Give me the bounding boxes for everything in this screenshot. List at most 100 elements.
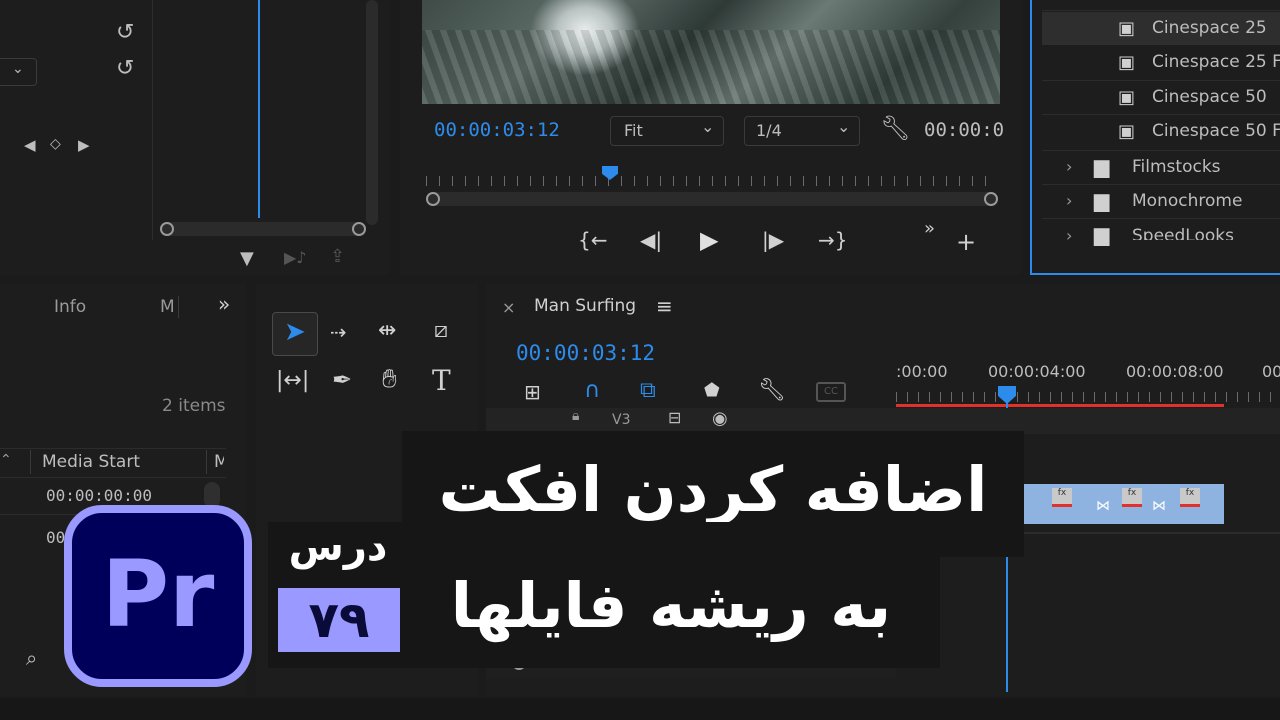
eye-icon[interactable]: ◉ bbox=[712, 408, 728, 429]
table-row[interactable]: 00 bbox=[46, 528, 65, 547]
wrench-icon[interactable]: 🔧︎ bbox=[880, 114, 910, 142]
reset-icon[interactable]: ↺ bbox=[116, 20, 134, 45]
lesson-number: ۷۹ bbox=[308, 591, 370, 649]
preset-row-divider bbox=[1042, 114, 1280, 115]
play-icon[interactable]: ▶ bbox=[700, 226, 718, 254]
resolution-label: 1/4 bbox=[756, 121, 782, 140]
pen-tool-icon[interactable]: ✒ bbox=[332, 366, 352, 394]
razor-tool-icon[interactable]: ⧄ bbox=[434, 318, 448, 343]
column-header-media-start[interactable]: Media Start bbox=[42, 452, 140, 472]
preset-icon: ▣ bbox=[1118, 87, 1136, 108]
clip-fx-badge[interactable]: fx bbox=[1122, 488, 1142, 507]
panel-menu-icon[interactable]: ≡ bbox=[656, 294, 673, 318]
snap-magnet-icon[interactable]: ∩ bbox=[584, 378, 600, 403]
keyframe-add-button[interactable]: ◇ bbox=[50, 136, 61, 152]
track-label-v3[interactable]: V3 bbox=[612, 412, 630, 428]
monitor-zoom-bar[interactable] bbox=[426, 192, 998, 206]
monitor-time-ruler[interactable] bbox=[426, 176, 996, 186]
folder-label[interactable]: Monochrome bbox=[1132, 191, 1242, 211]
mark-out-icon[interactable]: →} bbox=[818, 228, 847, 252]
step-back-icon[interactable]: ◀| bbox=[640, 228, 662, 252]
keyframe-prev-button[interactable]: ◀ bbox=[24, 136, 36, 154]
preset-row-divider bbox=[1042, 218, 1280, 219]
tab-media[interactable]: M bbox=[160, 297, 175, 317]
chevron-down-icon: ⌄ bbox=[12, 61, 24, 77]
sequence-tab-label[interactable]: Man Surfing bbox=[534, 296, 636, 316]
add-marker-icon[interactable]: ⬟ bbox=[704, 380, 720, 401]
search-icon[interactable]: ⌕ bbox=[26, 646, 37, 670]
clip-fx-badge[interactable]: fx bbox=[1180, 488, 1200, 507]
track-select-tool-icon[interactable]: ⇢ bbox=[330, 320, 347, 344]
preset-icon: ▣ bbox=[1118, 52, 1136, 73]
effects-panel: ▣ Cinespace 25 ▣ Cinespace 25 F ▣ Cinesp… bbox=[1030, 0, 1280, 275]
chevron-down-icon: ⌄ bbox=[701, 117, 715, 136]
horizontal-scrollbar[interactable] bbox=[160, 222, 366, 236]
zoom-handle-left[interactable] bbox=[426, 192, 440, 206]
premiere-pro-logo: Pr bbox=[64, 505, 252, 687]
scroll-handle-right[interactable] bbox=[352, 222, 366, 236]
filter-icon[interactable]: ▼ bbox=[240, 248, 254, 269]
selection-arrow-icon: ➤ bbox=[284, 317, 306, 347]
selection-tool[interactable]: ➤ bbox=[272, 312, 318, 356]
vertical-scrollbar[interactable] bbox=[366, 0, 378, 225]
tab-divider bbox=[178, 296, 179, 318]
playhead-line bbox=[258, 0, 260, 218]
chevron-right-icon[interactable]: › bbox=[1066, 226, 1072, 245]
preset-row-divider bbox=[1042, 184, 1280, 185]
table-row[interactable]: 00:00:00:00 bbox=[46, 486, 152, 505]
step-forward-icon[interactable]: |▶ bbox=[762, 228, 784, 252]
captions-icon[interactable]: CC bbox=[816, 382, 846, 402]
preset-icon: ▣ bbox=[1118, 121, 1136, 142]
timeline-ruler-ticks[interactable] bbox=[896, 392, 1280, 402]
export-icon[interactable]: ⇪ bbox=[330, 246, 345, 267]
ruler-label: 00:00:04:00 bbox=[988, 362, 1086, 381]
play-audio-icon[interactable]: ▶♪ bbox=[284, 248, 307, 267]
folder-label[interactable]: SpeedLooks bbox=[1132, 226, 1234, 240]
tab-info[interactable]: Info bbox=[54, 297, 86, 317]
transition-marker[interactable]: ⋈ bbox=[1096, 498, 1110, 514]
lock-icon[interactable]: 🔒︎ bbox=[572, 408, 579, 424]
resolution-dropdown[interactable]: 1/4 ⌄ bbox=[744, 116, 860, 146]
preset-item-label[interactable]: Cinespace 25 bbox=[1152, 18, 1267, 38]
render-bar bbox=[896, 404, 1224, 407]
hand-tool-icon[interactable]: ✋︎ bbox=[382, 364, 397, 395]
sync-lock-icon[interactable]: ⊟ bbox=[668, 408, 681, 427]
chevron-right-icon[interactable]: › bbox=[1066, 157, 1072, 176]
more-controls-icon[interactable]: » bbox=[924, 218, 935, 239]
ruler-label: 00: bbox=[1262, 362, 1280, 381]
column-resize-handle[interactable]: ⌃ bbox=[0, 452, 12, 468]
program-timecode[interactable]: 00:00:03:12 bbox=[434, 119, 560, 141]
reset-icon[interactable]: ↺ bbox=[116, 56, 134, 81]
folder-label[interactable]: Filmstocks bbox=[1132, 157, 1221, 177]
transition-marker[interactable]: ⋈ bbox=[1152, 498, 1166, 514]
scroll-handle-left[interactable] bbox=[160, 222, 174, 236]
timeline-timecode[interactable]: 00:00:03:12 bbox=[516, 341, 655, 365]
preset-item-label[interactable]: Cinespace 25 F bbox=[1152, 52, 1280, 72]
folder-icon: ▆ bbox=[1094, 222, 1110, 246]
add-button-icon[interactable]: + bbox=[956, 228, 976, 256]
fit-dropdown[interactable]: Fit ⌄ bbox=[610, 116, 724, 146]
chevron-right-icon[interactable]: › bbox=[1066, 191, 1072, 210]
dropdown-field[interactable]: ⌄ bbox=[0, 58, 37, 86]
slip-tool-icon[interactable]: |↔| bbox=[276, 368, 309, 393]
type-tool-icon[interactable]: T bbox=[432, 364, 451, 397]
duration-timecode: 00:00:0 bbox=[924, 119, 1005, 141]
column-divider bbox=[30, 450, 31, 474]
zoom-handle-right[interactable] bbox=[984, 192, 998, 206]
preset-item-label[interactable]: Cinespace 50 F bbox=[1152, 121, 1280, 141]
preset-row-divider bbox=[1042, 150, 1280, 151]
column-header-more[interactable]: M bbox=[214, 452, 224, 472]
nest-icon[interactable]: ⊞ bbox=[524, 380, 541, 404]
close-icon[interactable]: × bbox=[502, 298, 515, 317]
mark-in-icon[interactable]: {← bbox=[578, 228, 607, 252]
clip-fx-badge[interactable]: fx bbox=[1052, 488, 1072, 507]
overflow-tabs-icon[interactable]: » bbox=[218, 292, 230, 316]
fit-label: Fit bbox=[624, 121, 643, 140]
timeline-settings-wrench-icon[interactable]: 🔧︎ bbox=[758, 378, 786, 403]
linked-selection-icon[interactable]: ⧉ bbox=[640, 378, 656, 403]
keyframe-next-button[interactable]: ▶ bbox=[78, 136, 90, 154]
ripple-edit-tool-icon[interactable]: ⇹ bbox=[378, 318, 396, 343]
preset-item-label[interactable]: Cinespace 50 bbox=[1152, 87, 1267, 107]
ruler-label: 00:00:08:00 bbox=[1126, 362, 1224, 381]
preset-row-top[interactable] bbox=[1042, 0, 1280, 11]
